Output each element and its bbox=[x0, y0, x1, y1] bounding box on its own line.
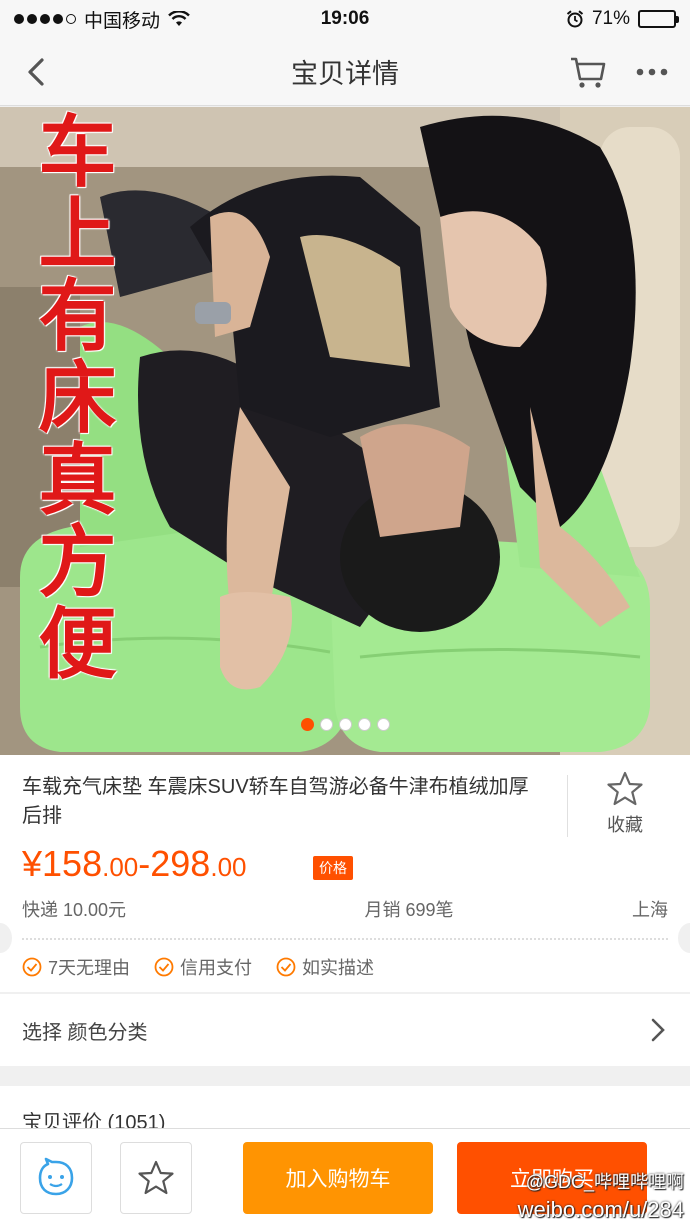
watermark-url: weibo.com/u/284 bbox=[517, 1197, 684, 1222]
signal-icon bbox=[14, 14, 76, 24]
promise-item: 7天无理由 bbox=[22, 954, 130, 980]
favorite-shop-button[interactable] bbox=[120, 1142, 192, 1214]
customer-service-icon bbox=[38, 1157, 74, 1196]
alarm-icon bbox=[566, 10, 584, 28]
carousel-indicator bbox=[0, 718, 690, 731]
cart-icon[interactable] bbox=[568, 52, 608, 92]
select-color-row[interactable]: 选择 颜色分类 bbox=[0, 994, 690, 1066]
star-outline-icon bbox=[607, 771, 643, 806]
battery-percent: 71% bbox=[591, 8, 630, 29]
star-icon bbox=[138, 1160, 174, 1195]
carousel-dot[interactable] bbox=[376, 718, 390, 731]
dashed-divider bbox=[22, 938, 668, 940]
status-bar: 中国移动 19:06 71% bbox=[0, 0, 690, 38]
watermark: @GDC_哔哩哔哩啊 weibo.com/u/284 bbox=[518, 1168, 684, 1224]
divider-notch bbox=[0, 923, 12, 953]
chevron-right-icon bbox=[651, 1018, 665, 1042]
add-to-cart-button[interactable]: 加入购物车 bbox=[243, 1142, 433, 1214]
price: ¥158.00-298.00 bbox=[22, 843, 247, 884]
back-icon[interactable] bbox=[18, 52, 58, 92]
check-circle-icon bbox=[154, 957, 174, 977]
wifi-icon bbox=[168, 11, 190, 26]
carousel-dot[interactable] bbox=[357, 718, 371, 731]
price-tag: 价格 bbox=[313, 856, 353, 880]
meta-row: 快递 10.00元 月销 699笔 上海 bbox=[22, 896, 668, 922]
watermark-handle: @GDC_哔哩哔哩啊 bbox=[525, 1172, 684, 1192]
check-circle-icon bbox=[276, 957, 296, 977]
select-label: 选择 颜色分类 bbox=[22, 1021, 148, 1044]
hero-caption: 车上有床真方便 bbox=[38, 107, 117, 690]
promise-item: 信用支付 bbox=[154, 954, 252, 980]
monthly-sales: 月销 699笔 bbox=[364, 900, 454, 920]
more-icon[interactable] bbox=[632, 52, 672, 92]
customer-service-button[interactable] bbox=[20, 1142, 92, 1214]
product-info: 车载充气床垫 车震床SUV轿车自驾游必备牛津布植绒加厚后排 收藏 ¥158.00… bbox=[0, 755, 690, 992]
shipping-fee: 快递 10.00元 bbox=[22, 900, 127, 920]
carousel-dot[interactable] bbox=[338, 718, 352, 731]
product-image-carousel[interactable]: 车上有床真方便 bbox=[0, 107, 690, 755]
divider bbox=[567, 775, 568, 837]
nav-bar: 宝贝详情 bbox=[0, 38, 690, 106]
service-promises[interactable]: 7天无理由 信用支付 如实描述 bbox=[22, 954, 374, 980]
check-circle-icon bbox=[22, 957, 42, 977]
favorite-button[interactable]: 收藏 bbox=[588, 771, 662, 837]
divider-notch bbox=[678, 923, 690, 953]
promise-item: 如实描述 bbox=[276, 954, 374, 980]
page-title: 宝贝详情 bbox=[291, 59, 399, 89]
battery-icon bbox=[638, 10, 679, 28]
product-title: 车载充气床垫 车震床SUV轿车自驾游必备牛津布植绒加厚后排 bbox=[22, 776, 529, 827]
carrier-label: 中国移动 bbox=[84, 10, 161, 32]
carousel-dot[interactable] bbox=[300, 718, 314, 731]
ship-location: 上海 bbox=[632, 900, 668, 920]
carousel-dot[interactable] bbox=[319, 718, 333, 731]
favorite-label: 收藏 bbox=[607, 815, 643, 835]
